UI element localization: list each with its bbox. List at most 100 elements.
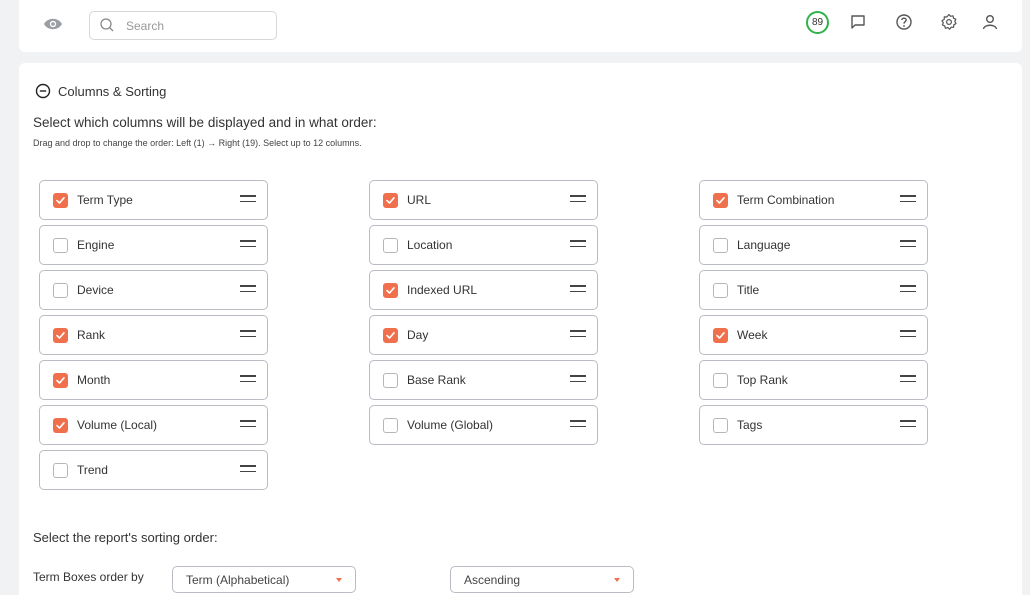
score-badge[interactable]: 89	[806, 11, 829, 34]
column-item[interactable]: Rank	[39, 315, 268, 355]
check-icon	[56, 422, 65, 429]
drag-handle-icon[interactable]	[240, 330, 256, 340]
column-item[interactable]: Engine	[39, 225, 268, 265]
column-item[interactable]: Device	[39, 270, 268, 310]
drag-handle-icon[interactable]	[570, 420, 586, 430]
check-icon	[716, 332, 725, 339]
column-checkbox[interactable]	[383, 193, 398, 208]
drag-handle-icon[interactable]	[570, 240, 586, 250]
column-item[interactable]: Trend	[39, 450, 268, 490]
check-icon	[386, 332, 395, 339]
section-title: Columns & Sorting	[58, 83, 167, 99]
column-label: Base Rank	[407, 373, 466, 387]
select-columns-title: Select which columns will be displayed a…	[33, 115, 377, 130]
columns-sorting-panel: Columns & Sorting Select which columns w…	[19, 63, 1022, 595]
drag-handle-icon[interactable]	[240, 195, 256, 205]
column-checkbox[interactable]	[713, 373, 728, 388]
column-checkbox[interactable]	[383, 373, 398, 388]
check-icon	[56, 197, 65, 204]
column-label: Tags	[737, 418, 763, 432]
drag-handle-icon[interactable]	[900, 240, 916, 250]
column-label: Month	[77, 373, 111, 387]
drag-handle-icon[interactable]	[240, 285, 256, 295]
check-icon	[716, 197, 725, 204]
column-checkbox[interactable]	[383, 418, 398, 433]
chevron-down-icon	[336, 578, 342, 582]
column-item[interactable]: Indexed URL	[369, 270, 598, 310]
drag-handle-icon[interactable]	[900, 330, 916, 340]
column-checkbox[interactable]	[53, 193, 68, 208]
direction-value: Ascending	[464, 573, 521, 587]
column-item[interactable]: Base Rank	[369, 360, 598, 400]
order-by-select[interactable]: Term (Alphabetical)	[172, 566, 356, 593]
drag-handle-icon[interactable]	[900, 195, 916, 205]
column-label: Indexed URL	[407, 283, 478, 297]
user-icon[interactable]	[981, 13, 999, 31]
column-checkbox[interactable]	[383, 238, 398, 253]
help-icon[interactable]	[895, 13, 913, 31]
section-header[interactable]: Columns & Sorting	[35, 83, 166, 99]
column-checkbox[interactable]	[713, 193, 728, 208]
drag-handle-icon[interactable]	[900, 285, 916, 295]
drag-handle-icon[interactable]	[900, 420, 916, 430]
column-checkbox[interactable]	[53, 463, 68, 478]
column-item[interactable]: Language	[699, 225, 928, 265]
check-icon	[386, 287, 395, 294]
check-icon	[386, 197, 395, 204]
column-label: Trend	[77, 463, 108, 477]
direction-select[interactable]: Ascending	[450, 566, 634, 593]
column-item[interactable]: Month	[39, 360, 268, 400]
gear-icon[interactable]	[940, 13, 958, 31]
column-label: Engine	[77, 238, 115, 252]
column-checkbox[interactable]	[713, 283, 728, 298]
drag-handle-icon[interactable]	[570, 375, 586, 385]
collapse-icon[interactable]	[35, 83, 51, 99]
column-item[interactable]: URL	[369, 180, 598, 220]
drag-handle-icon[interactable]	[570, 330, 586, 340]
column-checkbox[interactable]	[53, 418, 68, 433]
drag-handle-icon[interactable]	[570, 195, 586, 205]
drag-handle-icon[interactable]	[240, 240, 256, 250]
drag-handle-icon[interactable]	[240, 465, 256, 475]
drag-handle-icon[interactable]	[900, 375, 916, 385]
column-item[interactable]: Top Rank	[699, 360, 928, 400]
column-label: Volume (Local)	[77, 418, 158, 432]
column-label: Top Rank	[737, 373, 788, 387]
column-item[interactable]: Location	[369, 225, 598, 265]
drag-handle-icon[interactable]	[240, 420, 256, 430]
column-checkbox[interactable]	[713, 328, 728, 343]
sort-label: Term Boxes order by	[33, 570, 144, 584]
column-checkbox[interactable]	[53, 373, 68, 388]
column-label: Location	[407, 238, 453, 252]
column-checkbox[interactable]	[53, 238, 68, 253]
column-label: Week	[737, 328, 768, 342]
top-bar: 89	[19, 0, 1022, 52]
column-item[interactable]: Term Combination	[699, 180, 928, 220]
column-item[interactable]: Volume (Local)	[39, 405, 268, 445]
column-checkbox[interactable]	[53, 283, 68, 298]
search-icon	[100, 18, 114, 32]
column-checkbox[interactable]	[53, 328, 68, 343]
column-label: Day	[407, 328, 429, 342]
message-icon[interactable]	[849, 13, 867, 31]
check-icon	[56, 332, 65, 339]
column-label: Term Type	[77, 193, 133, 207]
search-input[interactable]	[89, 11, 277, 40]
column-checkbox[interactable]	[383, 283, 398, 298]
column-label: Title	[737, 283, 760, 297]
column-label: Device	[77, 283, 114, 297]
column-checkbox[interactable]	[383, 328, 398, 343]
column-item[interactable]: Term Type	[39, 180, 268, 220]
column-checkbox[interactable]	[713, 418, 728, 433]
column-item[interactable]: Tags	[699, 405, 928, 445]
column-item[interactable]: Title	[699, 270, 928, 310]
sort-title: Select the report's sorting order:	[33, 530, 218, 545]
column-item[interactable]: Day	[369, 315, 598, 355]
column-checkbox[interactable]	[713, 238, 728, 253]
column-label: Term Combination	[737, 193, 835, 207]
column-item[interactable]: Volume (Global)	[369, 405, 598, 445]
eye-icon[interactable]	[43, 16, 63, 32]
column-item[interactable]: Week	[699, 315, 928, 355]
drag-handle-icon[interactable]	[240, 375, 256, 385]
drag-handle-icon[interactable]	[570, 285, 586, 295]
